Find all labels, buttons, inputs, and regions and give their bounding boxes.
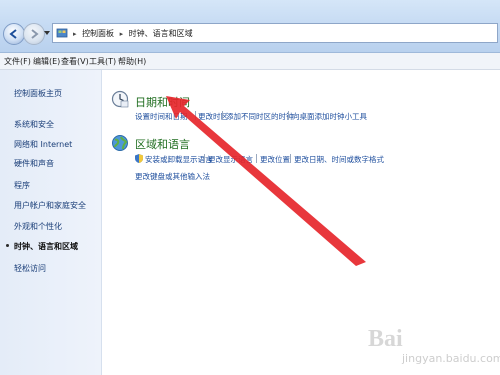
back-button[interactable] — [3, 23, 25, 45]
link-install-display-language[interactable]: 安装或卸载显示语言 — [145, 154, 213, 165]
sidebar-item-ease-of-access[interactable]: 轻松访问 — [14, 263, 46, 274]
link-separator — [195, 111, 196, 120]
watermark-site: jingyan.baidu.com — [402, 352, 500, 365]
address-toolbar: ▸ 控制面板 ▸ 时钟、语言和区域 — [0, 0, 500, 53]
chevron-right-icon: ▸ — [119, 30, 124, 38]
breadcrumb-item-control-panel[interactable]: 控制面板 — [82, 29, 114, 38]
breadcrumb: ▸ 控制面板 ▸ 时钟、语言和区域 — [73, 28, 196, 39]
link-set-time-date[interactable]: 设置时间和日期 — [135, 111, 188, 122]
category-date-time-title[interactable]: 日期和时间 — [135, 94, 190, 110]
menu-bar: 文件(F) 编辑(E) 查看(V) 工具(T) 帮助(H) — [0, 53, 500, 70]
sidebar-item-appearance[interactable]: 外观和个性化 — [14, 221, 62, 232]
link-change-display-language[interactable]: 更改显示语言 — [208, 154, 253, 165]
link-separator — [204, 154, 205, 163]
menu-help[interactable]: 帮助(H) — [118, 56, 146, 67]
back-arrow-icon — [9, 29, 17, 39]
sidebar-item-control-panel-home[interactable]: 控制面板主页 — [14, 88, 62, 99]
menu-edit[interactable]: 编辑(E) — [33, 56, 60, 67]
watermark-logo: Bai — [368, 326, 403, 352]
active-bullet-icon — [6, 244, 9, 247]
link-separator — [290, 154, 291, 163]
sidebar-item-programs[interactable]: 程序 — [14, 180, 30, 191]
sidebar-item-system-security[interactable]: 系统和安全 — [14, 119, 54, 130]
forward-arrow-icon — [31, 29, 39, 39]
link-change-keyboard-input[interactable]: 更改键盘或其他输入法 — [135, 171, 210, 182]
category-region-language-title[interactable]: 区域和语言 — [135, 136, 190, 152]
globe-icon — [112, 135, 128, 151]
link-separator — [256, 154, 257, 163]
address-box[interactable]: ▸ 控制面板 ▸ 时钟、语言和区域 — [52, 23, 498, 43]
link-add-clocks[interactable]: 添加不同时区的时钟 — [226, 111, 294, 122]
menu-file[interactable]: 文件(F) — [4, 56, 31, 67]
link-separator — [222, 111, 223, 120]
chevron-right-icon: ▸ — [73, 30, 77, 38]
breadcrumb-item-clock-language-region[interactable]: 时钟、语言和区域 — [129, 29, 193, 38]
sidebar-item-network-internet[interactable]: 网络和 Internet — [14, 139, 72, 150]
sidebar-item-hardware-sound[interactable]: 硬件和声音 — [14, 158, 54, 169]
menu-view[interactable]: 查看(V) — [61, 56, 89, 67]
link-separator — [288, 111, 289, 120]
link-add-clock-gadget[interactable]: 向桌面添加时钟小工具 — [292, 111, 367, 122]
link-change-location[interactable]: 更改位置 — [260, 154, 290, 165]
link-change-date-time-number-format[interactable]: 更改日期、时间或数字格式 — [294, 154, 384, 165]
menu-tools[interactable]: 工具(T) — [89, 56, 116, 67]
history-dropdown-icon[interactable] — [44, 31, 50, 35]
link-change-time-zone[interactable]: 更改时区 — [198, 111, 228, 122]
sidebar-item-user-accounts[interactable]: 用户帐户和家庭安全 — [14, 200, 86, 211]
clock-icon — [111, 90, 129, 108]
control-panel-icon — [56, 28, 68, 38]
forward-button[interactable] — [23, 23, 45, 45]
shield-icon — [135, 154, 143, 163]
sidebar-item-clock-language-region: 时钟、语言和区域 — [14, 242, 78, 251]
